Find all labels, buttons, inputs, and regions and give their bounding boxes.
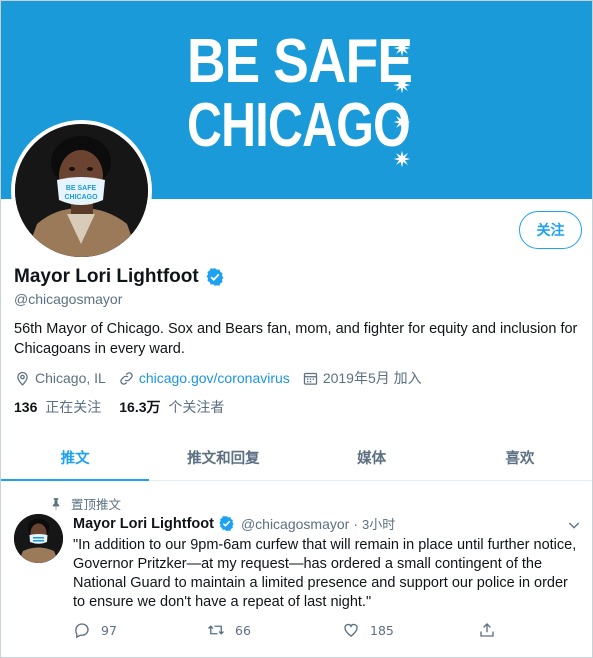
location-text: Chicago, IL [35, 370, 106, 386]
verified-badge-icon [219, 516, 234, 531]
joined-item: 2019年5月 加入 [302, 368, 422, 388]
location-item: Chicago, IL [14, 370, 106, 387]
retweet-count: 66 [235, 622, 251, 638]
follow-button[interactable]: 关注 [519, 211, 582, 249]
reply-button[interactable]: 97 [73, 621, 117, 639]
star-icon: ✷ [392, 148, 412, 173]
like-button[interactable]: 185 [342, 621, 394, 639]
like-count: 185 [370, 622, 394, 638]
banner-line-1: BE SAFE [187, 27, 413, 96]
following-count: 136 [14, 399, 38, 415]
link-icon [120, 371, 133, 385]
chicago-stars: ✷ ✷ ✷ ✷ [387, 31, 417, 179]
profile-stats: 136 正在关注 16.3万 个关注者 [14, 397, 242, 417]
display-name: Mayor Lori Lightfoot [14, 266, 199, 287]
tweet-author-name[interactable]: Mayor Lori Lightfoot [73, 516, 214, 532]
tweet-separator: · [353, 515, 358, 532]
reply-count: 97 [101, 622, 117, 638]
star-icon: ✷ [392, 74, 412, 99]
profile-tabs: 推文 推文和回复 媒体 喜欢 [1, 434, 592, 481]
profile-handle: @chicagosmayor [14, 291, 123, 307]
joined-text: 2019年5月 加入 [322, 370, 422, 386]
retweet-button[interactable]: 66 [207, 621, 251, 639]
retweet-icon [208, 625, 224, 635]
following-stat[interactable]: 136 正在关注 [14, 397, 101, 417]
pin-icon [52, 497, 60, 510]
pinned-label: 置顶推文 [71, 497, 122, 512]
tweet-actions: 97 66 185 [73, 621, 513, 643]
svg-text:BE SAFE: BE SAFE [66, 185, 97, 192]
followers-label: 个关注者 [168, 399, 225, 415]
tweet-body: "In addition to our 9pm-6am curfew that … [73, 537, 577, 610]
reply-icon [75, 623, 89, 639]
website-link[interactable]: chicago.gov/coronavirus [139, 370, 290, 386]
tweet-timestamp[interactable]: 3小时 [362, 514, 395, 533]
location-pin-icon [17, 371, 28, 386]
banner-slogan: BE SAFE CHICAGO [187, 27, 413, 160]
profile-meta: Chicago, IL chicago.gov/coronavirus 2019… [14, 368, 434, 388]
profile-bio: 56th Mayor of Chicago. Sox and Bears fan… [14, 321, 578, 357]
tab-tweets[interactable]: 推文 [1, 434, 150, 481]
tweet-header: Mayor Lori Lightfoot @chicagosmayor · 3小… [73, 514, 395, 533]
chevron-down-icon[interactable] [566, 517, 582, 533]
calendar-icon [303, 372, 317, 385]
star-icon: ✷ [392, 37, 412, 62]
profile-name-row: Mayor Lori Lightfoot [14, 266, 225, 288]
pinned-indicator: 置顶推文 [49, 494, 121, 513]
svg-text:CHICAGO: CHICAGO [64, 194, 98, 201]
followers-stat[interactable]: 16.3万 个关注者 [119, 397, 224, 417]
followers-count: 16.3万 [119, 399, 161, 415]
tweet-author-avatar[interactable] [14, 514, 63, 563]
website-item[interactable]: chicago.gov/coronavirus [118, 370, 290, 387]
share-button[interactable] [478, 621, 496, 639]
profile-page: BE SAFE CHICAGO ✷ ✷ ✷ ✷ BE SAFE CHICAGO … [0, 0, 593, 658]
star-icon: ✷ [392, 111, 412, 136]
heart-icon [344, 623, 358, 637]
verified-badge-icon [206, 268, 224, 286]
banner-line-2: CHICAGO [187, 91, 411, 160]
following-label: 正在关注 [45, 399, 102, 415]
avatar-photo: BE SAFE CHICAGO [15, 124, 148, 257]
tab-tweets-replies[interactable]: 推文和回复 [149, 434, 297, 480]
share-icon [480, 623, 494, 637]
tweet-author-handle[interactable]: @chicagosmayor [241, 516, 349, 532]
tab-media[interactable]: 媒体 [298, 434, 446, 480]
profile-avatar[interactable]: BE SAFE CHICAGO [11, 120, 152, 261]
tab-likes[interactable]: 喜欢 [446, 434, 592, 480]
